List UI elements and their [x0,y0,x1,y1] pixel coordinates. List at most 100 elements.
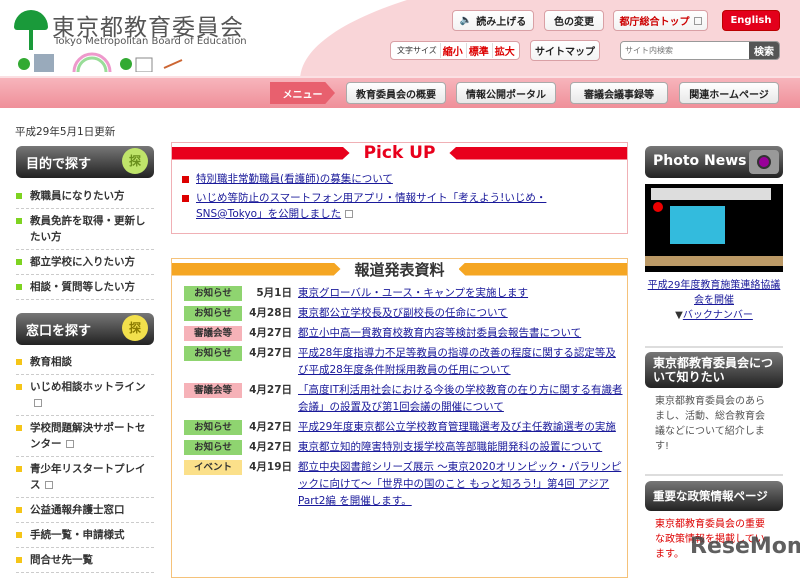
external-link-icon [65,440,74,448]
pickup-link[interactable]: 特別職非常勤職員(看護師)の募集について [196,173,393,185]
read-aloud-label: 読み上げる [476,17,527,28]
category-badge: 審議会等 [184,383,242,398]
speaker-icon: 🔈 [459,15,473,26]
photo-news-caption-link[interactable]: 平成29年度教育施策連絡協議会を開催 [648,280,781,306]
metro-top-label: 都庁総合トップ [619,17,690,28]
nav-council-minutes[interactable]: 審議会議事録等 [570,82,668,104]
category-badge: お知らせ [184,420,242,435]
font-standard-button[interactable]: 標準 [465,43,489,58]
window-list: 教育相談 いじめ相談ホットライン 学校問題解決サポートセンター 青少年リスタート… [16,350,154,573]
release-link[interactable]: 東京都立知的障害特別支援学校高等部職能開発科の設置について [298,439,624,456]
press-release-list: お知らせ 5月1日 東京グローバル・ユース・キャンプを実施します お知らせ 4月28日東… [184,285,624,513]
press-release-row: お知らせ 4月28日 東京都公立学校長及び副校長の任命について [184,305,624,322]
logo-stem [29,28,33,50]
policy-header[interactable]: 重要な政策情報ページ [645,481,783,511]
release-date: 4月27日 [249,327,292,339]
press-release-row: イベント 4月19日 都立中央図書館シリーズ展示 ～東京2020オリンピック・パラリ… [184,459,624,510]
logo-subtitle: Tokyo Metropolitan Board of Education [54,36,247,47]
site-search: 検索 [620,41,780,60]
release-date: 4月28日 [249,307,292,319]
pickup-link[interactable]: いじめ等防止のスマートフォン用アプリ・情報サイト「考えよう!いじめ・SNS@To… [196,192,546,220]
window-item-bullying-hotline[interactable]: いじめ相談ホットライン [16,375,154,416]
release-link[interactable]: 「高度IT利活用社会における今後の学校教育の在り方に関する有識者会議」の設置及び… [298,382,624,416]
font-small-button[interactable]: 縮小 [439,43,463,58]
about-board-header[interactable]: 東京都教育委員会について知りたい [645,352,783,388]
purpose-title: 目的で探す [26,157,92,172]
color-change-button[interactable]: 色の変更 [544,10,604,31]
window-item-education-consult[interactable]: 教育相談 [16,350,154,375]
external-link-icon [34,399,42,407]
purpose-item-enter-school[interactable]: 都立学校に入りたい方 [16,250,154,275]
purpose-item-teacher-license[interactable]: 教員免許を取得・更新したい方 [16,209,154,250]
purpose-item-consultation[interactable]: 相談・質問等したい方 [16,275,154,300]
press-release-title: 報道発表資料 [354,260,445,279]
release-date: 4月27日 [249,347,292,359]
window-title: 窓口を探す [26,324,92,339]
press-release-header: 報道発表資料 [172,259,628,279]
window-item-label: 学校問題解決サポートセンター [30,422,146,450]
search-input[interactable] [621,42,749,59]
external-link-icon [345,210,354,218]
sitemap-button[interactable]: サイトマップ [530,40,600,61]
magnifier-icon: 探 [122,315,148,341]
font-large-button[interactable]: 拡大 [491,43,515,58]
nav-board-overview[interactable]: 教育委員会の概要 [346,82,446,104]
pickup-title: Pick UP [363,143,436,163]
press-release-row: お知らせ 4月27日 平成28年度指導力不足等教員の指導の改善の程度に関する認定等及… [184,345,624,379]
search-by-window-header: 窓口を探す 探 [16,313,154,345]
release-date: 5月1日 [256,287,292,299]
search-button[interactable]: 検索 [749,42,779,59]
purpose-item-become-teacher[interactable]: 教職員になりたい方 [16,184,154,209]
release-date: 4月19日 [249,461,292,473]
press-release-row: 審議会等 4月27日 「高度IT利活用社会における今後の学校教育の在り方に関する有識… [184,382,624,416]
category-badge: お知らせ [184,346,242,361]
external-link-icon [693,16,702,25]
photo-news-image[interactable] [645,184,783,272]
nav-related-sites[interactable]: 関連ホームページ [679,82,779,104]
release-link[interactable]: 東京都公立学校長及び副校長の任命について [298,305,624,322]
pickup-list: 特別職非常勤職員(看護師)の募集について いじめ等防止のスマートフォン用アプリ・… [182,171,602,225]
resemom-watermark: ReseMom [690,534,800,559]
photo-news-header: Photo News [645,146,783,178]
font-size-label: 文字サイズ [397,46,437,55]
window-item-youth-restart[interactable]: 青少年リスタートプレイス [16,457,154,498]
release-date: 4月27日 [249,421,292,433]
release-link[interactable]: 平成29年度東京都公立学校教育管理職選考及び主任教諭選考の実施 [298,419,624,436]
category-badge: お知らせ [184,440,242,455]
search-by-purpose-header: 目的で探す 探 [16,146,154,178]
font-size-control: 文字サイズ 縮小 標準 拡大 [390,41,520,60]
press-release-row: お知らせ 4月27日 平成29年度東京都公立学校教育管理職選考及び主任教諭選考の実施 [184,419,624,436]
last-updated: 平成29年5月1日更新 [15,126,116,138]
release-link[interactable]: 都立小中高一貫教育校教育内容等検討委員会報告書について [298,325,624,342]
nav-information-portal[interactable]: 情報公開ポータル [456,82,556,104]
about-board-section: 東京都教育委員会について知りたい 東京都教育委員会のあらまし、活動、総合教育会議… [645,346,783,460]
press-release-row: お知らせ 5月1日 東京グローバル・ユース・キャンプを実施します [184,285,624,302]
read-aloud-button[interactable]: 🔈 読み上げる [452,10,534,31]
english-button[interactable]: English [722,10,780,31]
window-item-contacts[interactable]: 問合せ先一覧 [16,548,154,573]
category-badge: 審議会等 [184,326,242,341]
school-illustration [18,52,183,72]
press-release-row: 審議会等 4月27日 都立小中高一貫教育校教育内容等検討委員会報告書について [184,325,624,342]
external-link-icon [44,481,53,489]
release-link[interactable]: 都立中央図書館シリーズ展示 ～東京2020オリンピック・パラリンピックに向けて～… [298,459,624,510]
window-item-whistleblower[interactable]: 公益通報弁護士窓口 [16,498,154,523]
back-number-link[interactable]: バックナンバー [683,310,753,321]
header: 東京都教育委員会 Tokyo Metropolitan Board of Edu… [0,0,800,76]
release-link[interactable]: 平成28年度指導力不足等教員の指導の改善の程度に関する認定等及び平成28年度条件… [298,345,624,379]
category-badge: イベント [184,460,242,475]
window-item-school-support[interactable]: 学校問題解決サポートセンター [16,416,154,457]
category-badge: お知らせ [184,286,242,301]
window-item-procedures[interactable]: 手続一覧・申請様式 [16,523,154,548]
window-item-label: いじめ相談ホットライン [30,381,146,393]
ginkgo-logo-icon [14,10,48,30]
magnifier-icon: 探 [122,148,148,174]
release-link[interactable]: 東京グローバル・ユース・キャンプを実施します [298,285,624,302]
triangle-down-icon: ▼ [675,310,683,321]
category-badge: お知らせ [184,306,242,321]
camera-icon [749,150,779,174]
press-release-section: 報道発表資料 お知らせ 5月1日 東京グローバル・ユース・キャンプを実施します お知ら… [171,258,628,578]
press-release-row: お知らせ 4月27日 東京都立知的障害特別支援学校高等部職能開発科の設置について [184,439,624,456]
metro-top-link[interactable]: 都庁総合トップ [613,10,708,31]
pickup-header: Pick UP [172,143,628,163]
